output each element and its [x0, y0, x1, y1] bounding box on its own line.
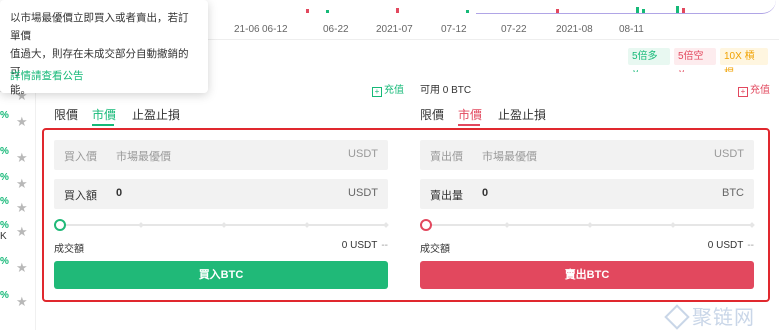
- market-list-item[interactable]: % K ★: [0, 220, 36, 242]
- buy-price-unit: USDT: [348, 148, 378, 160]
- tab-limit[interactable]: 限價: [54, 106, 78, 123]
- sell-amount-field[interactable]: 賣出量 0 BTC: [420, 179, 754, 209]
- sell-total-value: 0 USDT: [707, 240, 744, 251]
- buy-price-field[interactable]: 買入價 市場最優價 USDT: [54, 140, 388, 170]
- tab-limit[interactable]: 限價: [420, 106, 444, 123]
- buy-slider-handle[interactable]: [54, 219, 66, 231]
- watermark-logo: 聚链网: [664, 301, 778, 330]
- buy-amount-unit: USDT: [348, 187, 378, 199]
- tooltip-text: 能。: [10, 84, 31, 96]
- chart-date-label: 06-22: [323, 24, 349, 35]
- leverage-button[interactable]: 10X 槓桿: [720, 48, 768, 79]
- long-leverage-dropdown[interactable]: 5倍多 ∨: [628, 48, 670, 79]
- buy-total-row: 成交額 0 USDT --: [54, 240, 388, 255]
- favorite-star-icon[interactable]: ★: [16, 176, 28, 192]
- buy-amount-field[interactable]: 買入額 0 USDT: [54, 179, 388, 209]
- favorite-star-icon[interactable]: ★: [16, 114, 28, 130]
- market-list-item[interactable]: % ★: [0, 110, 36, 132]
- buy-price-value: 市場最優價: [116, 151, 171, 163]
- short-leverage-dropdown[interactable]: 5倍空 ∨: [674, 48, 716, 79]
- tab-market[interactable]: 市價: [458, 106, 482, 123]
- available-balance: 可用 0 BTC: [420, 85, 472, 96]
- watermark-icon: [664, 304, 690, 330]
- active-tab-indicator: [92, 124, 114, 126]
- sell-price-value: 市場最優價: [482, 151, 537, 163]
- chart-date-label: 2021-08: [556, 24, 593, 35]
- chart-date-label: 07-22: [501, 24, 527, 35]
- announcement-link[interactable]: 詳情請查看公告: [10, 68, 84, 83]
- sell-price-field[interactable]: 賣出價 市場最優價 USDT: [420, 140, 754, 170]
- market-list-item[interactable]: % ★: [0, 146, 36, 168]
- recharge-icon: +: [372, 87, 382, 97]
- tab-stop-profit-loss[interactable]: 止盈止損: [132, 106, 180, 123]
- chart-date-label: 2021-07: [376, 24, 413, 35]
- buy-amount-slider[interactable]: [54, 219, 389, 231]
- market-order-tooltip: 以市場最優價立即買入或者賣出，若訂單價 值過大，則存在未成交部分自動撤銷的可 能…: [0, 0, 208, 96]
- sell-price-unit: USDT: [714, 148, 744, 160]
- sell-slider-handle[interactable]: [420, 219, 432, 231]
- sell-amount-unit: BTC: [722, 187, 744, 199]
- market-list-item[interactable]: % ★: [0, 256, 36, 278]
- buy-price-label: 買入價: [64, 151, 97, 163]
- buy-total-label: 成交額: [54, 244, 84, 255]
- sell-amount-label: 賣出量: [430, 190, 463, 202]
- sell-recharge-link[interactable]: + 充值: [738, 81, 770, 97]
- recharge-icon: +: [738, 87, 748, 97]
- chart-date-label: 21-06: [234, 24, 260, 35]
- buy-total-value: 0 USDT: [341, 240, 378, 251]
- buy-amount-value[interactable]: 0: [116, 187, 122, 199]
- market-list-item[interactable]: % ★: [0, 196, 36, 218]
- sell-price-label: 賣出價: [430, 151, 463, 163]
- sell-total-row: 成交額 0 USDT --: [420, 240, 754, 255]
- sell-total-label: 成交額: [420, 244, 450, 255]
- chart-date-label: 07-12: [441, 24, 467, 35]
- chart-indicator-line: [476, 0, 776, 14]
- favorite-star-icon[interactable]: ★: [16, 150, 28, 166]
- buy-recharge-link[interactable]: + 充值: [372, 81, 404, 97]
- buy-btc-button[interactable]: 買入BTC: [54, 261, 388, 289]
- market-list-item[interactable]: % ★: [0, 172, 36, 194]
- favorite-star-icon[interactable]: ★: [16, 294, 28, 310]
- chart-date-label: 08-11: [619, 24, 644, 35]
- tab-market[interactable]: 市價: [92, 106, 116, 123]
- sell-btc-button[interactable]: 賣出BTC: [420, 261, 754, 289]
- sell-amount-slider[interactable]: [420, 219, 755, 231]
- buy-amount-label: 買入額: [64, 190, 97, 202]
- tooltip-text: 以市場最優價立即買入或者賣出，若訂單價: [10, 12, 189, 42]
- sell-amount-value[interactable]: 0: [482, 187, 488, 199]
- trade-panel: + 充值 限價 市價 止盈止損 買入價 市場最優價 USDT 買入額 0 USDT: [36, 72, 779, 330]
- chart-date-label: 06-12: [262, 24, 288, 35]
- tab-stop-profit-loss[interactable]: 止盈止損: [498, 106, 546, 123]
- active-tab-indicator: [458, 124, 480, 126]
- market-list-item[interactable]: % ★: [0, 290, 36, 312]
- favorite-star-icon[interactable]: ★: [16, 260, 28, 276]
- favorite-star-icon[interactable]: ★: [16, 200, 28, 216]
- favorite-star-icon[interactable]: ★: [16, 224, 28, 240]
